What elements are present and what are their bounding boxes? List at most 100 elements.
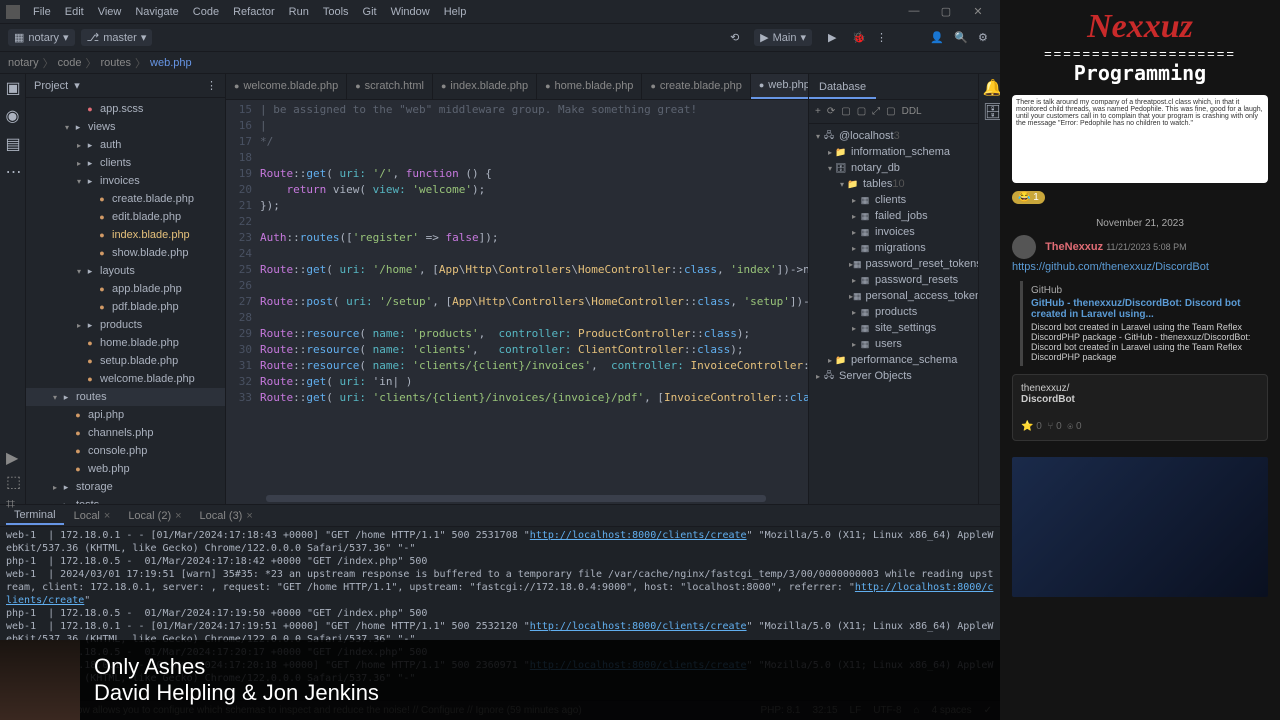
file-node[interactable]: ●edit.blade.php (26, 208, 225, 226)
db-toolbar-button[interactable]: + (815, 106, 821, 117)
db-tree-node[interactable]: ▸▦personal_access_token (809, 288, 978, 304)
db-tree-node[interactable]: ▸▦clients (809, 192, 978, 208)
file-node[interactable]: ●console.php (26, 442, 225, 460)
db-tree-node[interactable]: ▸▦products (809, 304, 978, 320)
folder-node[interactable]: ▸▸tests (26, 496, 225, 504)
breadcrumb-segment[interactable]: web.php (150, 57, 192, 69)
commit-tool-icon[interactable]: ◉ (6, 106, 20, 120)
db-tree-node[interactable]: ▸▦password_reset_tokens (809, 256, 978, 272)
db-tree-node[interactable]: ▾🖧@localhost 3 (809, 128, 978, 144)
db-tree-node[interactable]: ▸▦password_resets (809, 272, 978, 288)
file-node[interactable]: ●app.scss (26, 100, 225, 118)
horizontal-scrollbar[interactable] (266, 495, 766, 502)
db-tree-node[interactable]: ▸▦failed_jobs (809, 208, 978, 224)
db-tree-node[interactable]: ▸▦invoices (809, 224, 978, 240)
db-toolbar-button[interactable]: ▢ (886, 106, 895, 117)
file-node[interactable]: ●index.blade.php (26, 226, 225, 244)
editor-tab[interactable]: ●home.blade.php (537, 74, 642, 99)
breadcrumb-segment[interactable]: notary (8, 57, 39, 69)
db-tree-node[interactable]: ▸▦site_settings (809, 320, 978, 336)
menu-navigate[interactable]: Navigate (128, 6, 185, 18)
menu-tools[interactable]: Tools (316, 6, 356, 18)
menu-code[interactable]: Code (186, 6, 226, 18)
project-dropdown[interactable]: ▦ notary ▾ (8, 29, 75, 46)
window-maximize-icon[interactable]: ▢ (930, 5, 962, 18)
database-tool-icon[interactable]: 🗄 (983, 102, 997, 116)
menu-view[interactable]: View (91, 6, 129, 18)
menu-git[interactable]: Git (356, 6, 384, 18)
folder-node[interactable]: ▾▸views (26, 118, 225, 136)
menu-file[interactable]: File (26, 6, 58, 18)
folder-node[interactable]: ▾▸layouts (26, 262, 225, 280)
services-tool-icon[interactable]: ⌗ (6, 496, 20, 510)
file-node[interactable]: ●welcome.blade.php (26, 370, 225, 388)
more-icon[interactable]: ⋮ (876, 31, 890, 45)
breadcrumb-segment[interactable]: routes (100, 57, 131, 69)
db-toolbar-button[interactable]: ⟳ (827, 106, 835, 117)
folder-node[interactable]: ▾▸routes (26, 388, 225, 406)
terminal-tab[interactable]: Local (3)× (192, 508, 261, 524)
window-close-icon[interactable]: ✕ (962, 5, 994, 18)
db-toolbar-button[interactable]: DDL (902, 106, 922, 117)
folder-node[interactable]: ▾▸invoices (26, 172, 225, 190)
editor-tab[interactable]: ●index.blade.php (433, 74, 537, 99)
code-with-me-icon[interactable]: 👤 (930, 31, 944, 45)
editor-tab[interactable]: ●scratch.html (347, 74, 433, 99)
code-editor[interactable]: 15161718192021222324252627282930313233 |… (226, 100, 808, 504)
notifications-icon[interactable]: 🔔 (983, 78, 997, 92)
breadcrumb-segment[interactable]: code (58, 57, 82, 69)
editor-tab[interactable]: ●web.php× (751, 74, 808, 99)
settings-sync-icon[interactable]: ⟲ (730, 31, 744, 45)
db-tree-node[interactable]: ▸📁performance_schema (809, 352, 978, 368)
chat-username[interactable]: TheNexxuz (1045, 241, 1103, 253)
run-button-icon[interactable]: ▶ (828, 31, 842, 45)
file-node[interactable]: ●api.php (26, 406, 225, 424)
folder-node[interactable]: ▸▸auth (26, 136, 225, 154)
db-tree-node[interactable]: ▸▦migrations (809, 240, 978, 256)
database-tab[interactable]: Database (809, 77, 876, 99)
file-node[interactable]: ●create.blade.php (26, 190, 225, 208)
git-branch-dropdown[interactable]: ⎇ master ▾ (81, 29, 153, 46)
db-toolbar-button[interactable]: ⤢ (872, 106, 880, 117)
window-minimize-icon[interactable]: — (898, 5, 930, 18)
repo-card[interactable]: thenexxuz/DiscordBot ⭐ 0 ⑂ 0 ◉ 0 (1012, 374, 1268, 441)
folder-node[interactable]: ▸▸storage (26, 478, 225, 496)
file-node[interactable]: ●setup.blade.php (26, 352, 225, 370)
structure-tool-icon[interactable]: ▤ (6, 134, 20, 148)
menu-edit[interactable]: Edit (58, 6, 91, 18)
db-tree-node[interactable]: ▸🖧Server Objects (809, 368, 978, 384)
db-tree-node[interactable]: ▸▦users (809, 336, 978, 352)
chat-link[interactable]: https://github.com/thenexxuz/DiscordBot (1012, 261, 1268, 273)
project-tool-icon[interactable]: ▣ (6, 78, 20, 92)
embed-title[interactable]: GitHub - thenexxuz/DiscordBot: Discord b… (1031, 298, 1260, 320)
folder-node[interactable]: ▸▸products (26, 316, 225, 334)
more-tools-icon[interactable]: ⋯ (6, 162, 20, 176)
run-config-dropdown[interactable]: ▶ Main ▾ (754, 29, 812, 46)
menu-help[interactable]: Help (437, 6, 474, 18)
db-tree-node[interactable]: ▾📁tables 10 (809, 176, 978, 192)
gear-icon[interactable]: ⚙ (978, 31, 992, 45)
editor-tab[interactable]: ●create.blade.php (642, 74, 750, 99)
db-tree-node[interactable]: ▾🗄notary_db (809, 160, 978, 176)
menu-run[interactable]: Run (282, 6, 316, 18)
file-tree[interactable]: ●app.scss▾▸views▸▸auth▸▸clients▾▸invoice… (26, 98, 225, 504)
code-content[interactable]: | be assigned to the "web" middleware gr… (260, 100, 808, 504)
file-node[interactable]: ●web.php (26, 460, 225, 478)
terminal-tab[interactable]: Local× (66, 508, 119, 524)
file-node[interactable]: ●show.blade.php (26, 244, 225, 262)
reaction-badge[interactable]: 😂 1 (1012, 191, 1045, 204)
db-toolbar-button[interactable]: ▢ (841, 106, 850, 117)
menu-refactor[interactable]: Refactor (226, 6, 282, 18)
folder-node[interactable]: ▸▸clients (26, 154, 225, 172)
terminal-tool-icon[interactable]: ⬚ (6, 472, 20, 486)
db-tree-node[interactable]: ▸📁information_schema (809, 144, 978, 160)
editor-tab[interactable]: ●welcome.blade.php (226, 74, 347, 99)
db-toolbar-button[interactable]: ▢ (857, 106, 866, 117)
file-node[interactable]: ●app.blade.php (26, 280, 225, 298)
run-tool-icon[interactable]: ▶ (6, 448, 20, 462)
file-node[interactable]: ●channels.php (26, 424, 225, 442)
debug-button-icon[interactable]: 🐞 (852, 31, 866, 45)
database-tree[interactable]: ▾🖧@localhost 3▸📁information_schema▾🗄nota… (809, 124, 978, 504)
file-node[interactable]: ●pdf.blade.php (26, 298, 225, 316)
terminal-tab[interactable]: Local (2)× (120, 508, 189, 524)
